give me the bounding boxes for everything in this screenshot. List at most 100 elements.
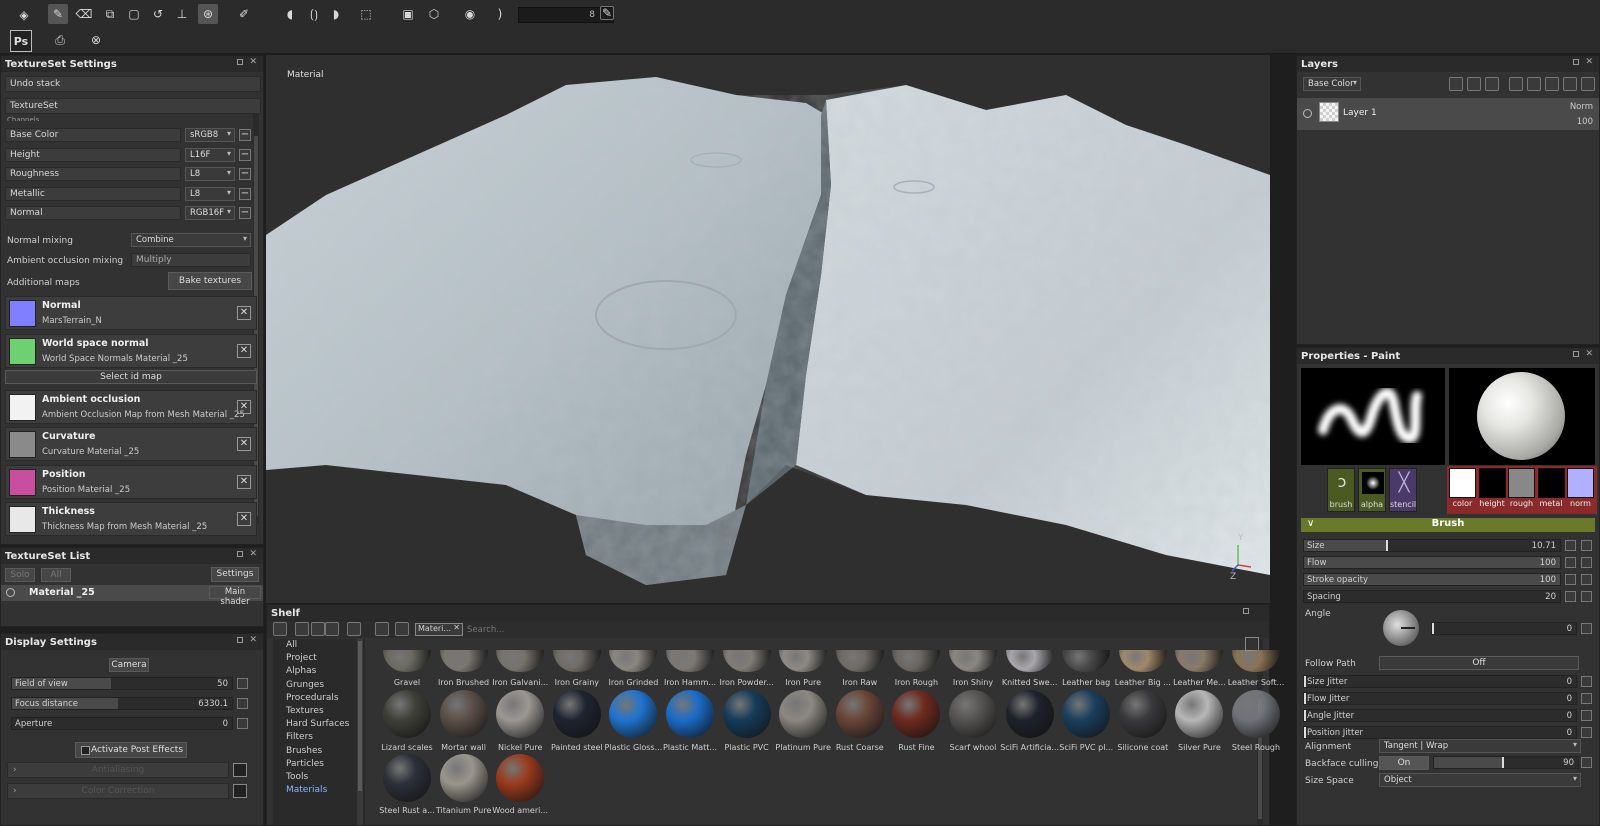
screenshot-icon[interactable]: ◉ [460, 4, 480, 24]
flow-slider[interactable]: Flow 100 [1303, 556, 1561, 569]
shelf-search-input[interactable] [467, 623, 1247, 636]
post-effects-checkbox[interactable] [81, 746, 90, 755]
close-icon[interactable]: ✕ [237, 437, 251, 451]
shelf-category[interactable]: Grunges [286, 680, 324, 690]
shelf-category[interactable]: Hard Surfaces [286, 719, 349, 729]
symmetry-right-icon[interactable]: ◗ [326, 4, 346, 24]
textureset-list-item[interactable]: Material _25 Main shader [1, 585, 263, 607]
flow-jitter-slider[interactable]: Flow Jitter 0 [1303, 692, 1577, 705]
grid-view-icon[interactable] [1245, 637, 1259, 651]
angle-slider[interactable]: 0 [1431, 622, 1577, 635]
pin-icon[interactable] [1573, 59, 1579, 65]
visibility-icon[interactable] [6, 588, 15, 597]
new-folder-icon[interactable] [311, 622, 325, 636]
edit-pen-icon[interactable] [1565, 557, 1576, 568]
material-thumbnail[interactable] [949, 690, 997, 738]
material-thumbnail[interactable] [722, 690, 771, 738]
edit-pen-icon[interactable] [1581, 676, 1592, 687]
shelf-category[interactable]: Tools [286, 772, 308, 782]
close-icon[interactable]: ✕ [237, 344, 251, 358]
shader-button[interactable]: Main shader [209, 586, 261, 607]
duplicate-layer-icon[interactable] [1545, 77, 1559, 91]
blend-mode[interactable]: Norm [1570, 102, 1593, 112]
pin-icon[interactable] [237, 637, 243, 643]
channel-name-field[interactable]: Base Color [5, 128, 181, 142]
add-filter-icon[interactable] [1485, 77, 1499, 91]
visibility-icon[interactable] [1303, 109, 1312, 118]
shelf-category[interactable]: Procedurals [286, 693, 339, 703]
shelf-category[interactable]: Filters [286, 732, 313, 742]
pressure-icon[interactable] [1581, 557, 1592, 568]
close-icon[interactable]: ✕ [237, 400, 251, 414]
channel-format-select[interactable]: sRGB8 [185, 128, 235, 142]
size-jitter-slider[interactable]: Size Jitter 0 [1303, 675, 1577, 688]
tool-slot-stencil[interactable]: ╳ stencil [1389, 468, 1417, 512]
shelf-category[interactable]: Brushes [286, 746, 322, 756]
normal-mixing-select[interactable]: Combine [131, 233, 251, 247]
eraser-icon[interactable]: ⌫ [74, 4, 94, 24]
edit-pen-icon[interactable] [237, 718, 248, 729]
materials-filter-tag[interactable]: Materi... ✕ [415, 623, 463, 636]
photoshop-export-icon[interactable]: Ps [10, 30, 32, 52]
view-frame-icon[interactable]: ⬚ [356, 4, 376, 24]
angle-dial[interactable] [1383, 610, 1419, 646]
pressure-icon[interactable] [1581, 591, 1592, 602]
antialiasing-section[interactable]: › Antialiasing [7, 762, 229, 778]
close-icon[interactable]: ✕ [249, 635, 257, 645]
channel-format-select[interactable]: RGB16F [185, 206, 235, 220]
clone-stamp-icon[interactable]: ⊥ [172, 4, 192, 24]
additional-map-item[interactable]: Normal MarsTerrain_N ✕ [5, 296, 257, 330]
edit-pen-icon[interactable] [1581, 623, 1592, 634]
material-thumbnail[interactable] [835, 690, 884, 738]
remove-channel-icon[interactable]: − [239, 168, 251, 180]
material-picker-icon[interactable]: ⊛ [198, 4, 218, 24]
tool-slot-alpha[interactable]: alpha [1358, 468, 1386, 512]
symmetry-left-icon[interactable]: ◖ [280, 4, 300, 24]
spacing-slider[interactable]: Spacing 20 [1303, 590, 1561, 603]
remove-channel-icon[interactable]: − [239, 148, 251, 161]
add-resource-icon[interactable] [347, 622, 361, 636]
channel-select[interactable]: Base Color [1303, 77, 1361, 91]
channel-swatch[interactable] [1537, 468, 1565, 498]
material-thumbnail[interactable] [383, 754, 431, 802]
close-icon[interactable]: ✕ [453, 623, 460, 632]
close-icon[interactable]: ✕ [1585, 349, 1593, 359]
all-button[interactable]: All [41, 568, 71, 582]
projection-icon[interactable]: ⧉ [100, 4, 120, 24]
substance-share-icon[interactable]: ⊗ [86, 30, 106, 50]
camera-tab[interactable]: Camera [109, 658, 149, 672]
export-document-icon[interactable]: ⎙ [50, 30, 70, 50]
channel-format-select[interactable]: L8 [185, 186, 235, 201]
color-picker-icon[interactable]: ✐ [234, 4, 254, 24]
backface-culling-toggle[interactable]: On [1379, 756, 1429, 770]
edit-pen-icon[interactable] [1581, 727, 1592, 738]
additional-map-item[interactable]: Thickness Thickness Map from Mesh Materia… [5, 502, 257, 536]
field-of-view-slider[interactable]: Field of view 50 [11, 677, 233, 690]
pin-icon[interactable] [237, 59, 243, 65]
solo-button[interactable]: Solo [5, 568, 35, 582]
remove-channel-icon[interactable]: − [239, 187, 251, 200]
material-thumbnail[interactable] [779, 690, 828, 738]
settings-button[interactable]: Settings [211, 567, 259, 582]
import-icon[interactable] [295, 622, 309, 636]
layer-row[interactable]: Layer 1 Norm 100 [1297, 98, 1599, 130]
additional-map-item[interactable]: World space normal World Space Normals Ma… [5, 334, 257, 368]
add-fill-layer-icon[interactable] [1509, 77, 1523, 91]
material-thumbnail[interactable] [552, 690, 601, 738]
antialiasing-checkbox[interactable] [233, 763, 247, 777]
channel-swatch[interactable] [1567, 468, 1594, 498]
shelf-category[interactable]: Textures [286, 706, 324, 716]
camera-icon[interactable]: ▣ [398, 4, 418, 24]
pressure-icon[interactable] [1581, 574, 1592, 585]
pressure-icon[interactable] [1581, 540, 1592, 551]
shelf-category[interactable]: Alphas [286, 666, 316, 676]
additional-map-item[interactable]: Position Position Material _25 ✕ [5, 465, 257, 499]
add-folder-icon[interactable] [1563, 77, 1577, 91]
close-icon[interactable]: ✕ [237, 512, 251, 526]
slider-handle[interactable] [1304, 676, 1306, 687]
add-mask-icon[interactable] [1449, 77, 1463, 91]
edit-pen-icon[interactable] [1581, 757, 1592, 768]
lasso-icon[interactable]: ) [490, 4, 510, 24]
shelf-category[interactable]: Particles [286, 759, 324, 769]
stroke-opacity-slider[interactable]: Stroke opacity 100 [1303, 573, 1561, 586]
